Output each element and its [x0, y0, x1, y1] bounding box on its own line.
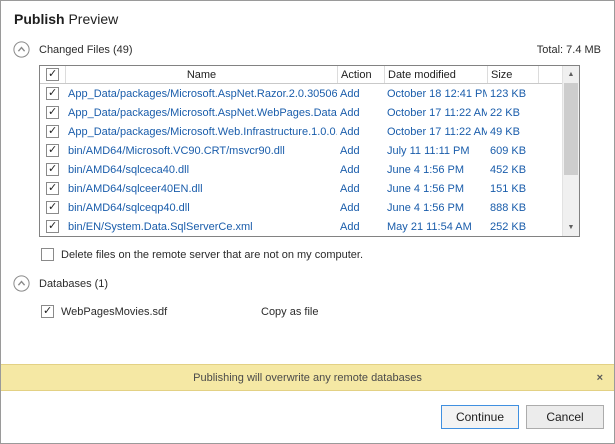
database-action: Copy as file [261, 306, 318, 318]
file-date-modified: June 4 1:56 PM [384, 183, 487, 195]
table-row[interactable]: App_Data/packages/Microsoft.AspNet.Razor… [40, 84, 562, 103]
collapse-changed-files-icon[interactable] [13, 41, 30, 58]
file-date-modified: May 21 11:54 AM [384, 221, 487, 233]
column-header-name[interactable]: Name [65, 66, 337, 83]
delete-files-label: Delete files on the remote server that a… [61, 249, 363, 261]
warning-bar: Publishing will overwrite any remote dat… [1, 364, 614, 391]
file-action: Add [337, 145, 384, 157]
changed-files-label: Changed Files (49) [39, 44, 133, 56]
title-publish: Publish [14, 11, 65, 27]
table-row[interactable]: App_Data/packages/Microsoft.Web.Infrastr… [40, 122, 562, 141]
file-date-modified: October 17 11:22 AM [384, 107, 487, 119]
file-action: Add [337, 183, 384, 195]
delete-files-option: Delete files on the remote server that a… [41, 248, 601, 261]
cancel-button[interactable]: Cancel [526, 405, 604, 429]
file-action: Add [337, 107, 384, 119]
scroll-track[interactable] [563, 175, 579, 219]
file-action: Add [337, 221, 384, 233]
databases-label: Databases (1) [39, 278, 108, 290]
column-header-size[interactable]: Size [487, 66, 538, 83]
row-checkbox[interactable] [46, 201, 59, 214]
file-name: App_Data/packages/Microsoft.Web.Infrastr… [65, 126, 337, 138]
page-title: Publish Preview [14, 11, 614, 27]
table-row[interactable]: App_Data/packages/Microsoft.AspNet.WebPa… [40, 103, 562, 122]
file-name: bin/AMD64/sqlceer40EN.dll [65, 183, 337, 195]
title-preview: Preview [68, 11, 118, 27]
file-action: Add [337, 126, 384, 138]
table-row[interactable]: bin/EN/System.Data.SqlServerCe.xmlAddMay… [40, 217, 562, 236]
select-all-checkbox[interactable] [46, 68, 59, 81]
continue-button[interactable]: Continue [441, 405, 519, 429]
databases-section-header: Databases (1) [13, 275, 601, 292]
column-header-action[interactable]: Action [337, 66, 384, 83]
database-checkbox[interactable] [41, 305, 54, 318]
table-row[interactable]: bin/AMD64/Microsoft.VC90.CRT/msvcr90.dll… [40, 141, 562, 160]
row-checkbox[interactable] [46, 87, 59, 100]
footer-buttons: Continue Cancel [1, 391, 614, 443]
file-size: 609 KB [487, 145, 538, 157]
file-name: bin/AMD64/Microsoft.VC90.CRT/msvcr90.dll [65, 145, 337, 157]
row-checkbox[interactable] [46, 220, 59, 233]
file-action: Add [337, 164, 384, 176]
file-date-modified: June 4 1:56 PM [384, 164, 487, 176]
changed-files-table: Name Action Date modified Size App_Data/… [39, 65, 580, 237]
file-size: 22 KB [487, 107, 538, 119]
row-checkbox[interactable] [46, 106, 59, 119]
file-date-modified: July 11 11:11 PM [384, 145, 487, 157]
table-row[interactable]: bin/AMD64/sqlceqp40.dllAddJune 4 1:56 PM… [40, 198, 562, 217]
file-name: bin/AMD64/sqlceca40.dll [65, 164, 337, 176]
file-date-modified: October 17 11:22 AM [384, 126, 487, 138]
scroll-down-button[interactable]: ▼ [563, 219, 579, 236]
file-action: Add [337, 202, 384, 214]
table-header-row: Name Action Date modified Size [40, 66, 562, 84]
file-date-modified: June 4 1:56 PM [384, 202, 487, 214]
scroll-thumb[interactable] [564, 83, 578, 175]
changed-files-rows: App_Data/packages/Microsoft.AspNet.Razor… [40, 84, 562, 236]
file-size: 452 KB [487, 164, 538, 176]
database-row[interactable]: WebPagesMovies.sdf Copy as file [41, 305, 614, 318]
delete-files-checkbox[interactable] [41, 248, 54, 261]
table-row[interactable]: bin/AMD64/sqlceer40EN.dllAddJune 4 1:56 … [40, 179, 562, 198]
file-size: 252 KB [487, 221, 538, 233]
file-size: 888 KB [487, 202, 538, 214]
file-name: App_Data/packages/Microsoft.AspNet.Razor… [65, 88, 337, 100]
column-header-date-modified[interactable]: Date modified [384, 66, 487, 83]
file-name: bin/EN/System.Data.SqlServerCe.xml [65, 221, 337, 233]
total-size-label: Total: 7.4 MB [537, 44, 601, 56]
file-size: 151 KB [487, 183, 538, 195]
row-checkbox[interactable] [46, 125, 59, 138]
warning-message: Publishing will overwrite any remote dat… [193, 372, 422, 384]
vertical-scrollbar[interactable]: ▲ ▼ [562, 66, 579, 236]
warning-close-button[interactable]: × [597, 372, 603, 384]
file-date-modified: October 18 12:41 PM [384, 88, 487, 100]
row-checkbox[interactable] [46, 144, 59, 157]
file-name: App_Data/packages/Microsoft.AspNet.WebPa… [65, 107, 337, 119]
file-size: 123 KB [487, 88, 538, 100]
row-checkbox[interactable] [46, 163, 59, 176]
database-name: WebPagesMovies.sdf [61, 306, 261, 318]
file-action: Add [337, 88, 384, 100]
table-row[interactable]: bin/AMD64/sqlceca40.dllAddJune 4 1:56 PM… [40, 160, 562, 179]
publish-preview-dialog: Publish Preview Changed Files (49) Total… [0, 0, 615, 444]
scroll-up-button[interactable]: ▲ [563, 66, 579, 83]
file-size: 49 KB [487, 126, 538, 138]
file-name: bin/AMD64/sqlceqp40.dll [65, 202, 337, 214]
column-header-filler [538, 66, 562, 83]
changed-files-section-header: Changed Files (49) Total: 7.4 MB [13, 41, 601, 58]
row-checkbox[interactable] [46, 182, 59, 195]
collapse-databases-icon[interactable] [13, 275, 30, 292]
